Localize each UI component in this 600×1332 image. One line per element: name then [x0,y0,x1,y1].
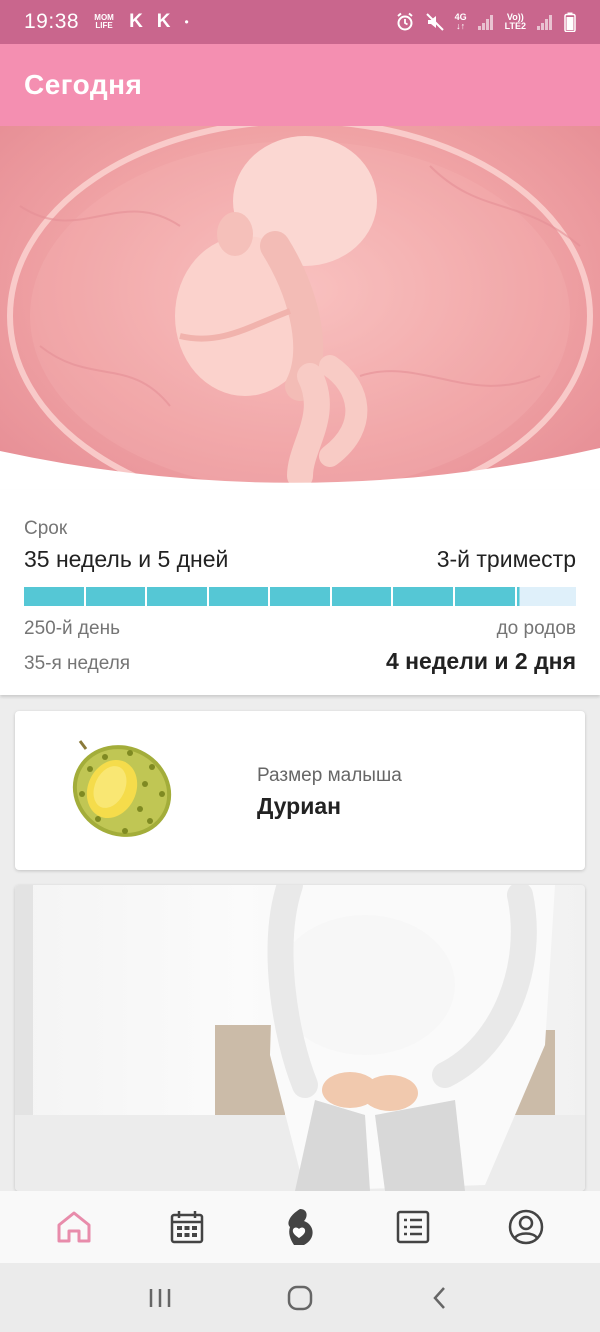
volte-icon: Vo)) LTE2 [504,12,526,31]
battery-icon [564,12,576,32]
nav-profile[interactable] [496,1197,556,1257]
app-bar: Сегодня [0,44,600,126]
back-icon [433,1286,445,1309]
progress-segment [331,587,392,606]
pregnancy-progress-bar [24,587,577,606]
pregnancy-icon [288,1209,313,1245]
recents-icon [149,1288,171,1307]
day-number: 250-й день [24,618,120,639]
calendar-icon [170,1211,204,1244]
nav-calendar[interactable] [157,1197,217,1257]
back-button[interactable] [410,1268,470,1328]
trimester: 3-й триместр [436,546,576,572]
alarm-icon [397,12,413,31]
pregnant-woman-photo-card[interactable] [15,885,585,1191]
progress-segment [85,587,146,606]
system-navigation-bar [0,1263,600,1332]
term-label: Срок [24,518,68,539]
signal-icon [477,15,493,30]
more-notifications-dot: • [184,15,189,29]
home-button[interactable] [270,1268,330,1328]
fetus-illustration [0,126,600,490]
home-button-icon [287,1285,313,1310]
baby-size-card[interactable]: Размер малыша Дуриан [15,711,585,870]
status-bar: 19:38 MOM LIFE K K • 4G ↓↑ Vo)) LTE2 [0,0,600,44]
profile-icon [508,1209,543,1245]
baby-size-caption: Размер малыша [257,765,402,786]
progress-segment [208,587,269,606]
progress-segment [516,587,577,606]
k-notification-icon: K [129,11,143,32]
progress-segment [147,587,207,606]
progress-segment [454,587,515,606]
k-notification-icon: K [156,11,171,32]
baby-size-value: Дуриан [257,793,342,819]
remaining-time: 4 недели и 2 дня [385,648,576,674]
pregnancy-term-card: Срок 35 недель и 5 дней 3-й триместр 250… [0,490,600,695]
progress-segment [270,587,330,606]
status-time: 19:38 [24,10,80,33]
durian-image [72,740,172,837]
network-4g-icon: 4G ↓↑ [454,12,467,31]
nav-pregnancy[interactable] [270,1197,330,1257]
progress-segment [24,587,84,606]
week-number: 35-я неделя [24,653,131,674]
mute-icon [425,13,444,31]
recents-button[interactable] [130,1268,190,1328]
pregnant-woman-photo [15,885,585,1191]
progress-segment [393,587,453,606]
bottom-navigation [0,1191,600,1263]
home-icon [57,1211,91,1243]
term-duration: 35 недель и 5 дней [24,546,229,572]
signal-icon [537,15,552,30]
list-icon [396,1210,430,1244]
mom-life-notification-icon: MOM LIFE [94,13,114,30]
page-title: Сегодня [24,69,143,100]
nav-home[interactable] [44,1197,104,1257]
until-birth-label: до родов [496,618,576,639]
nav-list[interactable] [383,1197,443,1257]
